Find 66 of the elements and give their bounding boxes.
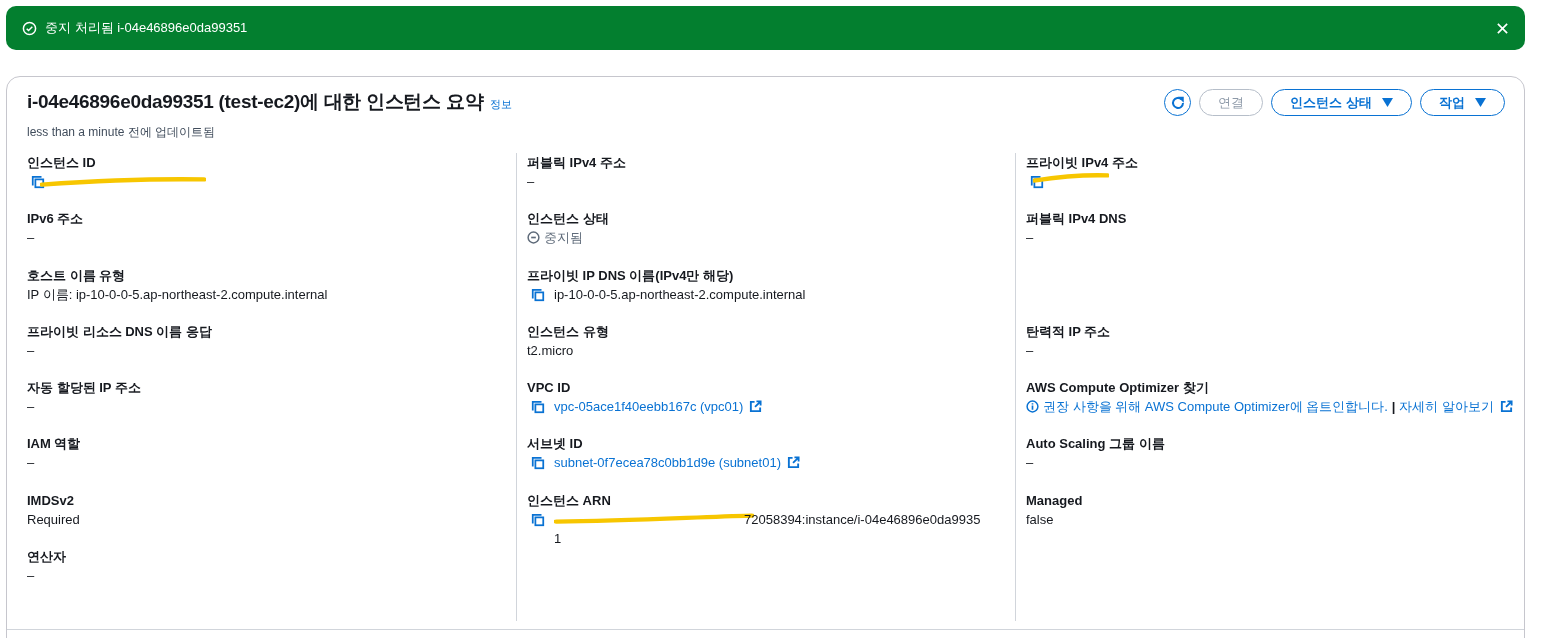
dropdown-button[interactable]: 인스턴스 상태 (1271, 89, 1412, 116)
field-label: 프라이빗 IPv4 주소 (1026, 154, 1139, 172)
copy-icon[interactable] (531, 456, 545, 471)
field-label: 인스턴스 ID (27, 154, 97, 172)
resource-link[interactable]: vpc-05ace1f40eebb167c (vpc01) (554, 397, 744, 417)
close-icon[interactable] (1496, 21, 1509, 35)
field-label: Auto Scaling 그룹 이름 (1026, 435, 1166, 454)
copy-icon[interactable] (31, 175, 45, 189)
dropdown-button[interactable]: 작업 (1420, 89, 1505, 116)
field-label: 퍼블릭 IPv4 DNS (1026, 210, 1128, 229)
field-value: – (527, 173, 535, 191)
panel-title: i-04e46896e0da99351 (test-ec2)에 대한 인스턴스 요약 (27, 90, 484, 114)
banner-message: 중지 처리됨 i-04e46896e0da99351 (45, 19, 249, 37)
external-link-icon[interactable] (786, 456, 800, 470)
learn-more-link[interactable]: 자세히 알아보기 (1399, 397, 1495, 417)
field-value: 72058394:instance/i-04e46896e0da9935 (744, 510, 981, 529)
field-label: 인스턴스 ARN (527, 491, 612, 510)
field-value: – (1026, 229, 1034, 248)
field-label: 서브넷 ID (527, 435, 584, 454)
field-value: – (27, 567, 35, 586)
field-label: 자동 할당된 IP 주소 (27, 379, 142, 398)
field-value: – (1026, 454, 1034, 473)
field-label: 호스트 이름 유형 (27, 266, 127, 285)
copy-icon[interactable] (531, 287, 545, 302)
refresh-button[interactable] (1164, 89, 1192, 116)
info-icon (1026, 400, 1039, 414)
separator-text: | (1391, 398, 1396, 417)
resource-link[interactable]: subnet-0f7ecea78c0bb1d9e (subnet01) (554, 453, 781, 473)
external-link-icon[interactable] (1500, 400, 1514, 414)
field-label: IAM 역할 (27, 435, 82, 454)
field-label: 프라이빗 리소스 DNS 이름 응답 (27, 322, 213, 341)
field-label: 인스턴스 상태 (527, 210, 610, 229)
field-value: t2.micro (527, 341, 574, 360)
copy-icon[interactable] (531, 512, 545, 527)
stopped-icon (527, 231, 540, 245)
field-value: false (1026, 510, 1054, 529)
status-text: 중지됨 (544, 229, 583, 248)
field-label: AWS Compute Optimizer 찾기 (1026, 379, 1210, 398)
field-label: 탄력적 IP 주소 (1026, 322, 1112, 341)
field-value: – (27, 454, 35, 473)
field-value: – (27, 341, 35, 360)
external-link-icon[interactable] (749, 400, 763, 414)
caret-icon (1475, 98, 1486, 107)
check-circle-icon (22, 20, 37, 36)
info-message: 권장 사항을 위해 AWS Compute Optimizer에 옵트인합니다. (1043, 398, 1388, 417)
copy-icon[interactable] (531, 400, 545, 415)
caret-icon (1382, 98, 1393, 107)
field-value: – (27, 398, 35, 417)
field-label: Managed (1026, 491, 1084, 510)
refresh-icon (1169, 94, 1186, 111)
info-link[interactable]: 정보 (490, 97, 513, 112)
field-value: – (27, 229, 35, 248)
copy-icon[interactable] (1030, 175, 1044, 189)
field-value: Required (27, 510, 80, 529)
field-value: 1 (554, 530, 562, 546)
field-value: – (1026, 341, 1034, 360)
field-label: 프라이빗 IP DNS 이름(IPv4만 해당) (527, 266, 735, 285)
field-label: 인스턴스 유형 (527, 322, 610, 341)
field-value: IP 이름: ip-10-0-0-5.ap-northeast-2.compute.internal (27, 285, 328, 304)
field-label: IPv6 주소 (27, 210, 85, 229)
field-value: ip-10-0-0-5.ap-northeast-2.compute.internal (554, 285, 806, 304)
updated-text: less than a minute 전에 업데이트됨 (27, 124, 217, 141)
field-label: IMDSv2 (27, 491, 75, 510)
field-label: VPC ID (527, 379, 572, 398)
field-label: 퍼블릭 IPv4 주소 (527, 154, 627, 172)
field-label: 연산자 (27, 548, 67, 567)
